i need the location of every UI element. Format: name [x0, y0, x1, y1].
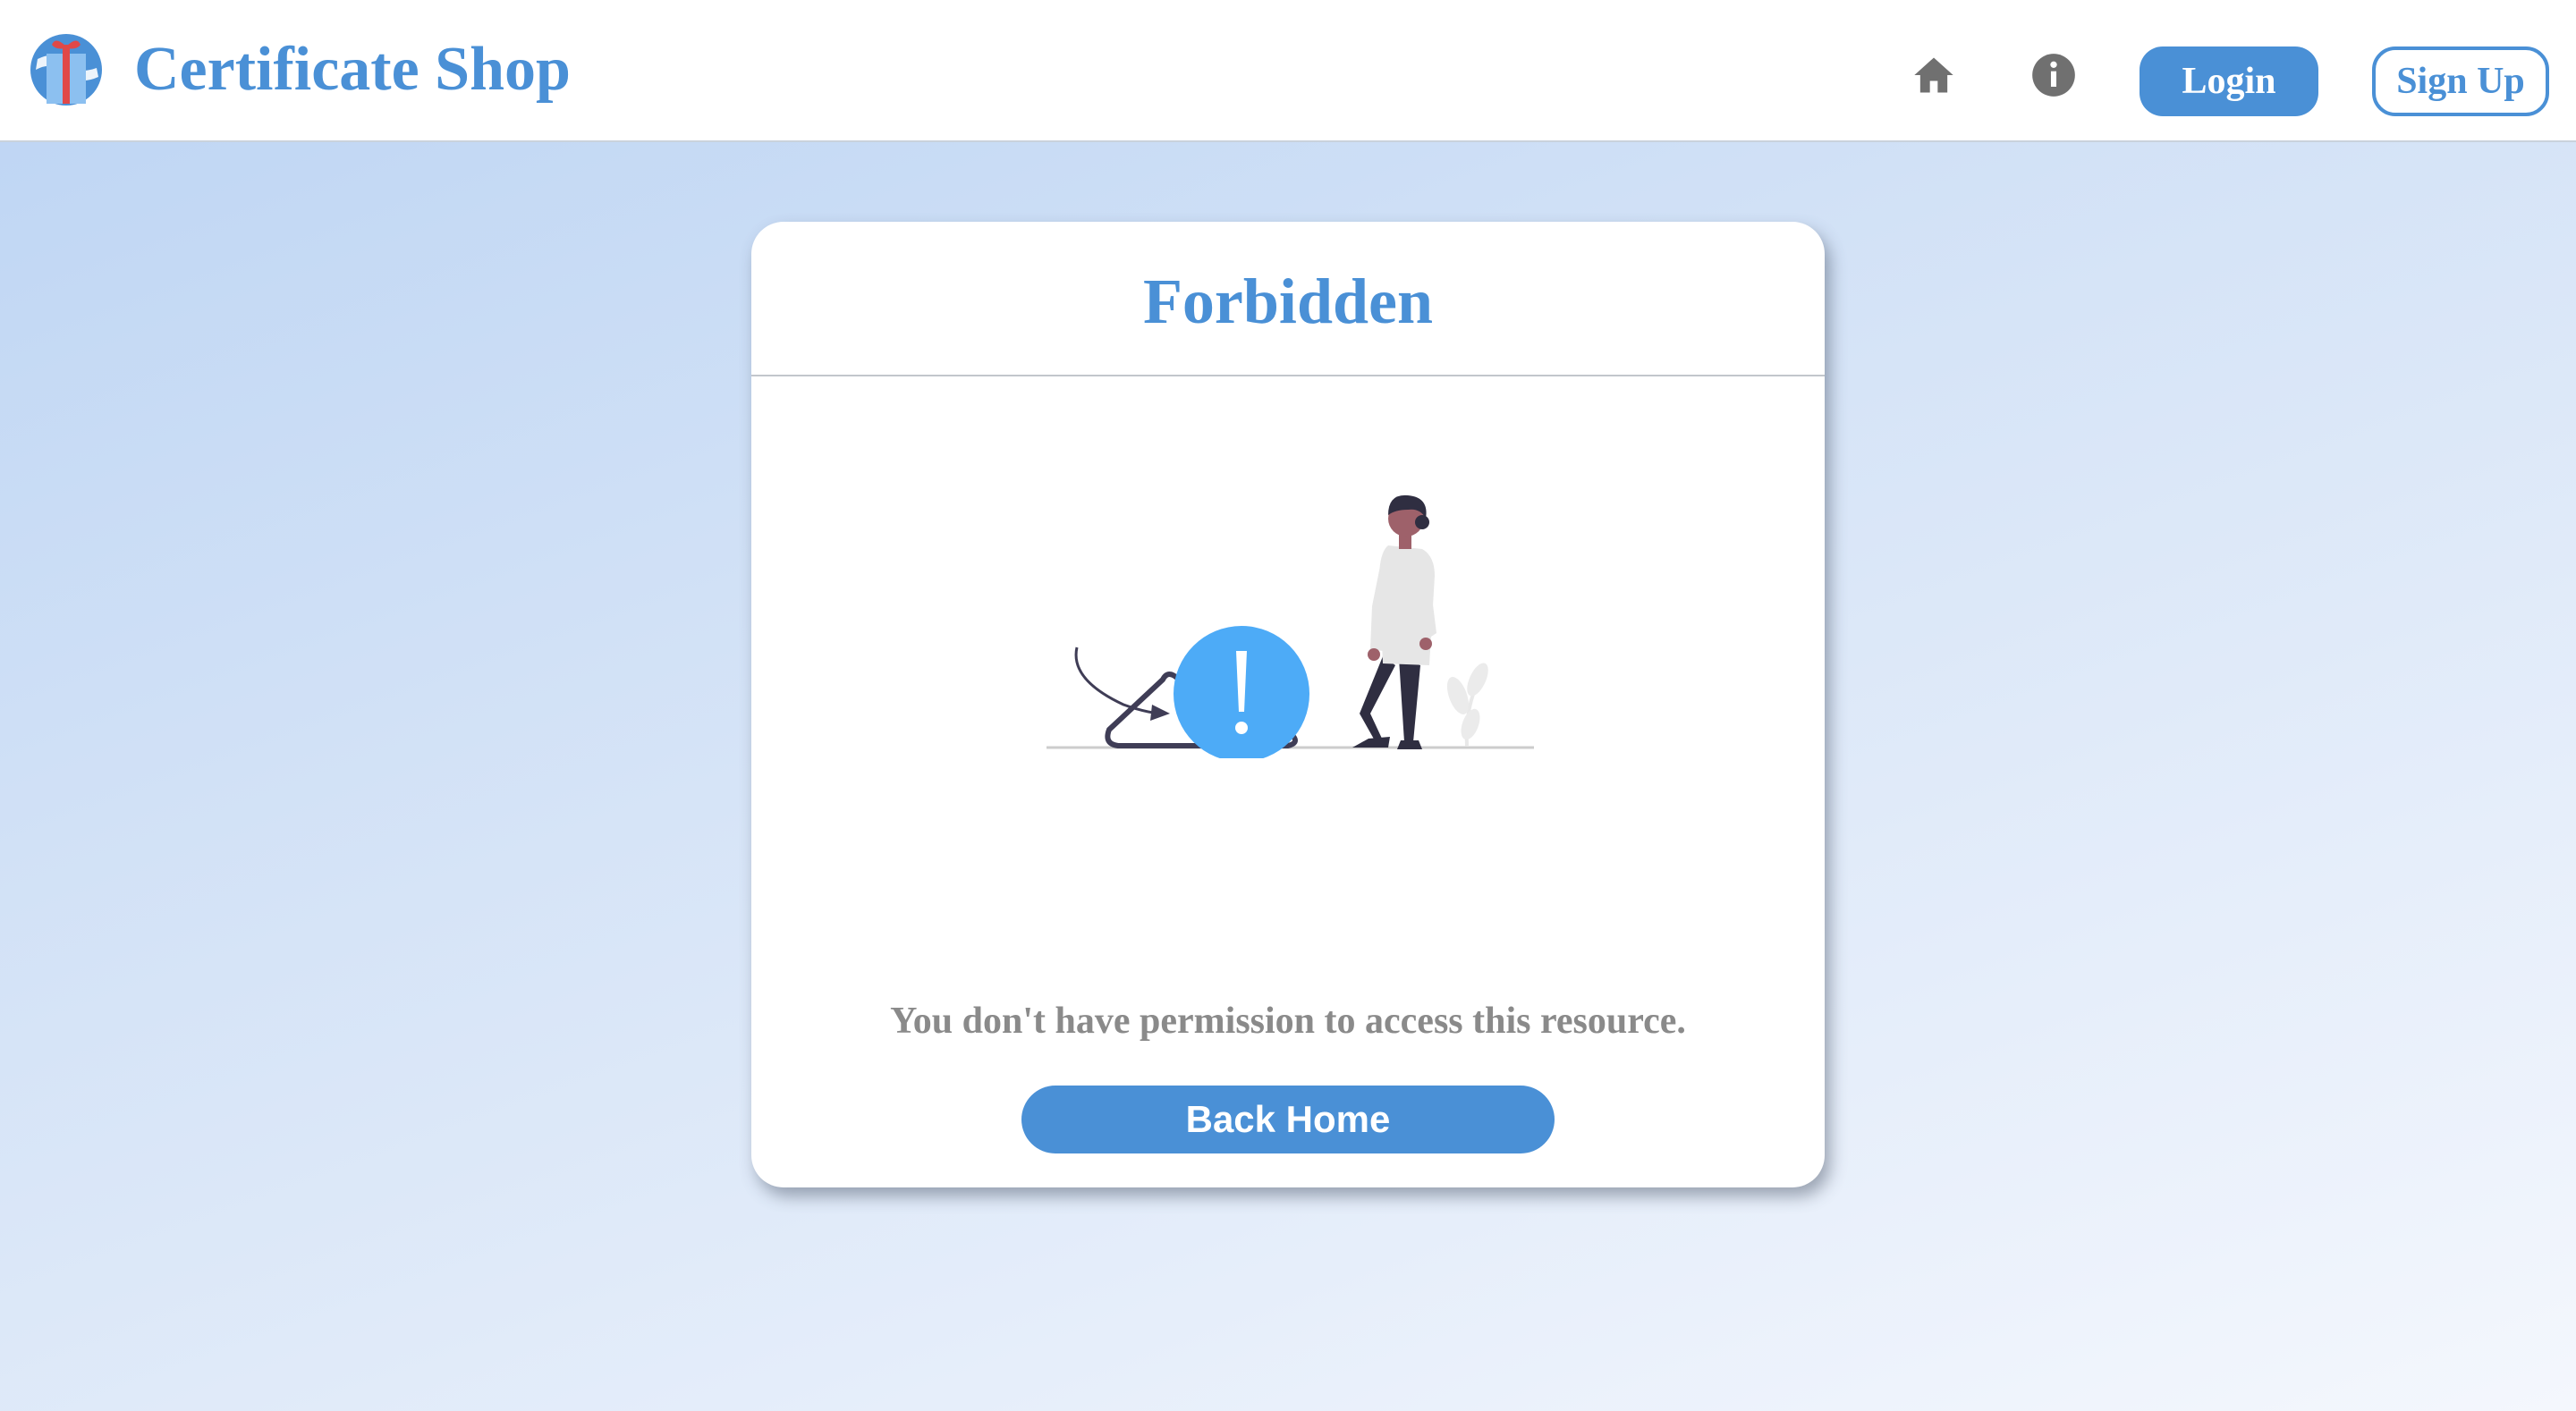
card-divider: [751, 375, 1825, 376]
permission-message: You don't have permission to access this…: [890, 1001, 1686, 1042]
back-home-button[interactable]: Back Home: [1021, 1086, 1555, 1153]
gift-globe-logo-icon: [30, 34, 102, 106]
brand-title: Certificate Shop: [134, 35, 571, 104]
card-title: Forbidden: [1142, 266, 1434, 337]
login-button[interactable]: Login: [2140, 46, 2318, 116]
home-icon[interactable]: [1911, 52, 1957, 98]
brand-link[interactable]: Certificate Shop: [29, 32, 571, 107]
top-navbar: Certificate Shop Login Sign Up: [0, 0, 2576, 142]
person-warning-illustration: [1046, 494, 1534, 758]
info-icon[interactable]: [2030, 52, 2077, 98]
forbidden-card: Forbidden You don't have permission to a…: [751, 222, 1825, 1187]
signup-button[interactable]: Sign Up: [2372, 46, 2549, 116]
